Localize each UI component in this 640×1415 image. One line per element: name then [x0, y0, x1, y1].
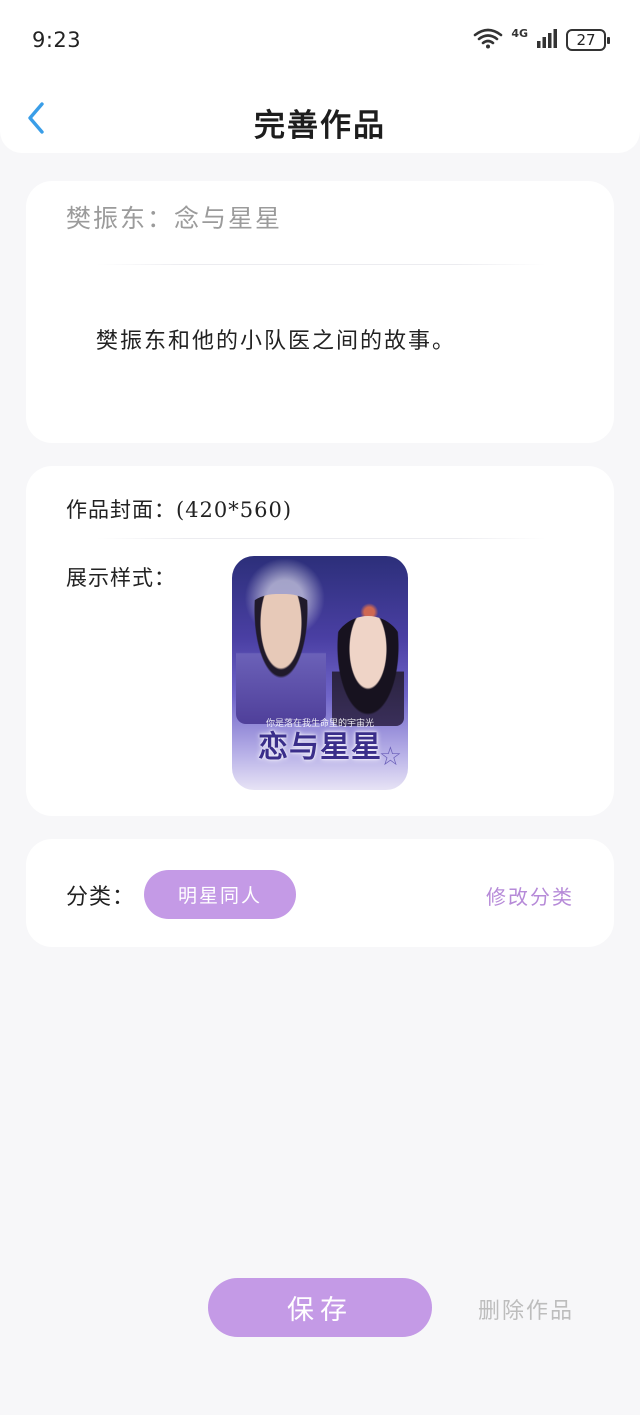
status-bar: 9:23 4G 27 — [0, 0, 640, 80]
page-title: 完善作品 — [254, 108, 386, 144]
category-card: 分类： 明星同人 修改分类 — [26, 839, 614, 947]
divider — [96, 538, 546, 539]
network-type: 4G — [511, 26, 528, 40]
work-title[interactable]: 樊振东：念与星星 — [66, 199, 282, 235]
cover-image[interactable]: 你是落在我生命里的宇宙光 恋与星星 ☆ — [232, 556, 408, 790]
work-description[interactable]: 樊振东和他的小队医之间的故事。 — [96, 323, 456, 355]
top-header: 9:23 4G 27 完善作品 — [0, 0, 640, 153]
signal-icon — [536, 27, 558, 53]
cover-label: 作品封面：(420*560) — [66, 498, 293, 522]
status-icons: 4G 27 — [473, 26, 610, 54]
wifi-icon — [473, 27, 503, 53]
cover-card: 作品封面：(420*560) 展示样式： 你是落在我生命里的宇宙光 恋与星星 ☆ — [26, 466, 614, 816]
cover-figure-male — [236, 594, 326, 724]
star-icon: ☆ — [378, 742, 402, 772]
status-time: 9:23 — [32, 28, 82, 52]
battery-icon: 27 — [566, 29, 610, 51]
save-button[interactable]: 保存 — [208, 1278, 432, 1337]
divider — [96, 264, 546, 265]
category-chip[interactable]: 明星同人 — [144, 870, 296, 919]
battery-level: 27 — [576, 31, 596, 49]
delete-work-button[interactable]: 删除作品 — [478, 1293, 574, 1325]
work-info-card: 樊振东：念与星星 樊振东和他的小队医之间的故事。 — [26, 181, 614, 443]
edit-category-link[interactable]: 修改分类 — [486, 881, 574, 910]
category-label: 分类： — [66, 885, 136, 910]
cover-figure-female — [332, 616, 404, 726]
display-style-label: 展示样式： — [66, 566, 176, 590]
